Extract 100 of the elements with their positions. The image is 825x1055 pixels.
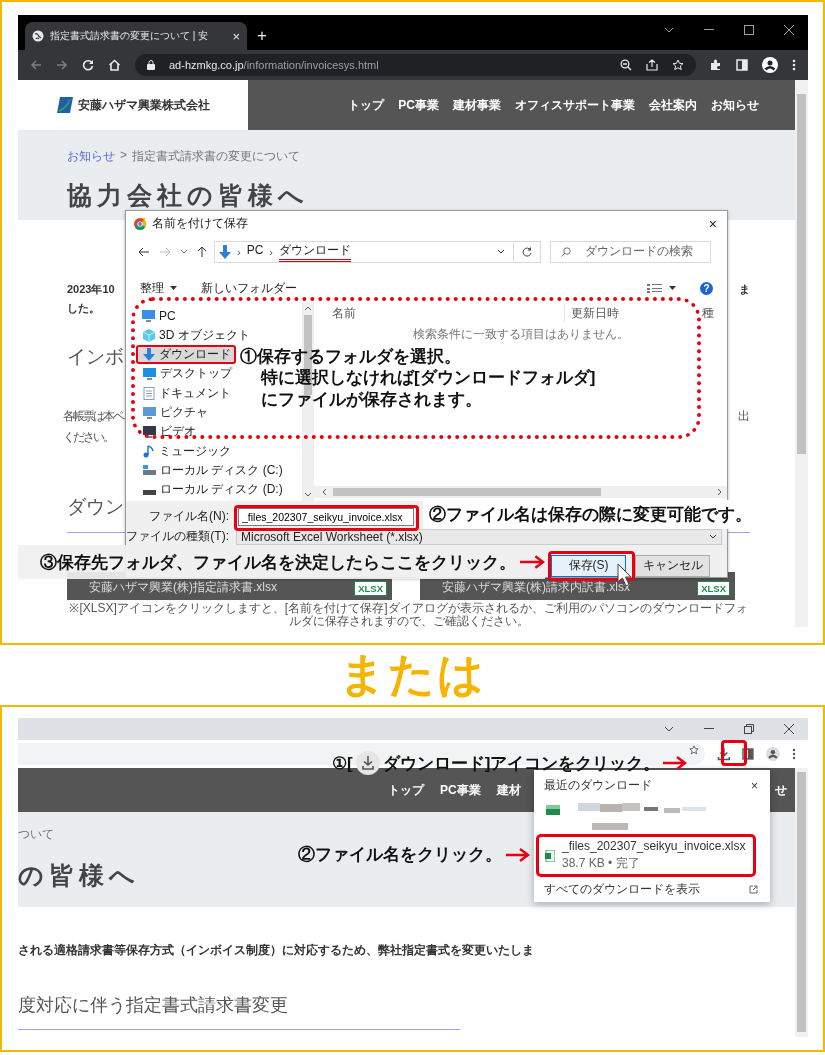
nav-link[interactable]: せ bbox=[775, 781, 787, 799]
path-segment[interactable]: PC bbox=[246, 243, 264, 261]
nav-link[interactable]: トップ bbox=[348, 96, 385, 114]
scrollbar-thumb[interactable] bbox=[797, 94, 806, 454]
close-button[interactable]: × bbox=[706, 215, 719, 232]
browser-tab[interactable]: 指定書式請求書の変更について | 安 × bbox=[25, 22, 247, 50]
folder-nav-item[interactable]: 3D オブジェクト bbox=[136, 325, 255, 345]
close-tab-button[interactable]: × bbox=[232, 28, 240, 44]
spreadsheet-file-icon bbox=[545, 849, 555, 862]
music-note-icon bbox=[143, 444, 155, 458]
scroll-right-icon[interactable] bbox=[717, 488, 722, 496]
folder-nav-item[interactable]: ミュージック bbox=[136, 441, 236, 461]
back-icon[interactable] bbox=[138, 246, 150, 257]
scrollbar-thumb[interactable] bbox=[797, 772, 806, 1032]
page-heading: 協力会社の皆様へ bbox=[67, 180, 310, 211]
star-icon[interactable] bbox=[688, 745, 699, 755]
scroll-down-icon[interactable] bbox=[304, 492, 312, 497]
page-heading: の皆様へ bbox=[18, 860, 140, 891]
home-icon[interactable] bbox=[108, 59, 121, 71]
chevron-down-icon[interactable] bbox=[664, 27, 674, 33]
new-folder-button[interactable]: 新しいフォルダー bbox=[201, 280, 297, 297]
menu-icon[interactable] bbox=[792, 748, 796, 760]
address-bar[interactable]: ad-hzmkg.co.jp/information/invoicesys.html bbox=[135, 54, 696, 76]
pointer-arrow bbox=[663, 756, 688, 770]
folder-nav-item[interactable]: ローカル ディスク (C:) bbox=[136, 460, 288, 481]
path-segment[interactable]: ダウンロード bbox=[279, 241, 351, 262]
intro-text: される適格請求書等保存方式（インボイス制度）に対応するため、弊社指定書式を変更いたしま bbox=[18, 942, 534, 959]
show-all-downloads-link[interactable]: すべてのダウンロードを表示 bbox=[544, 881, 700, 898]
side-panel-icon[interactable] bbox=[742, 748, 755, 760]
folder-nav-item[interactable]: ドキュメント bbox=[136, 383, 236, 403]
nav-link[interactable]: トップ bbox=[388, 781, 424, 799]
refresh-button[interactable] bbox=[514, 240, 541, 263]
callout-text: ダウンロード]アイコンをクリック。 bbox=[382, 752, 661, 775]
search-icon bbox=[561, 246, 571, 257]
path-separator: › bbox=[269, 245, 273, 258]
nav-link[interactable]: お知らせ bbox=[711, 96, 759, 114]
reload-icon[interactable] bbox=[82, 59, 94, 71]
zoom-icon[interactable] bbox=[620, 59, 632, 71]
close-icon[interactable] bbox=[784, 724, 794, 734]
column-header[interactable]: 種 bbox=[702, 304, 714, 322]
caret-icon bbox=[170, 286, 177, 291]
external-link-icon[interactable] bbox=[749, 885, 758, 894]
scrollbar-thumb[interactable] bbox=[333, 488, 601, 496]
intro-text: 2023年10 bbox=[67, 282, 115, 297]
caret-icon[interactable] bbox=[669, 286, 676, 291]
close-icon[interactable] bbox=[784, 25, 794, 35]
cancel-button[interactable]: キャンセル bbox=[635, 555, 710, 577]
scrollbar[interactable] bbox=[314, 486, 727, 498]
folder-nav-item[interactable]: ローカル ディスク (D:) bbox=[136, 480, 288, 500]
breadcrumb-current: 指定書式請求書の変更について bbox=[132, 148, 300, 165]
download-item[interactable]: _files_202307_seikyu_invoice.xlsx 38.7 KB • 完了 bbox=[536, 834, 757, 877]
profile-icon[interactable] bbox=[762, 57, 778, 73]
scroll-left-icon[interactable] bbox=[322, 488, 327, 496]
scrollbar[interactable] bbox=[795, 80, 808, 627]
close-button[interactable]: × bbox=[751, 778, 758, 793]
up-arrow-icon[interactable] bbox=[197, 245, 207, 258]
new-tab-button[interactable]: + bbox=[257, 26, 267, 46]
nav-link[interactable]: PC事業 bbox=[440, 781, 481, 799]
scrollbar[interactable] bbox=[795, 768, 808, 1037]
save-button[interactable]: 保存(S) bbox=[551, 555, 626, 577]
callout-text: にファイルが保存されます。 bbox=[261, 388, 482, 410]
puzzle-icon[interactable] bbox=[710, 59, 722, 71]
view-options-icon[interactable] bbox=[647, 283, 663, 294]
address-field[interactable]: › PC › ダウンロード bbox=[214, 240, 514, 263]
share-icon[interactable] bbox=[646, 59, 658, 71]
folder-nav-item[interactable]: ピクチャ bbox=[136, 402, 213, 423]
intro-text: した。 bbox=[67, 301, 101, 316]
maximize-icon[interactable] bbox=[744, 25, 754, 35]
nav-link[interactable]: PC事業 bbox=[398, 96, 439, 114]
folder-nav-item[interactable]: ビデオ bbox=[136, 422, 201, 442]
search-field[interactable]: ダウンロードの検索 bbox=[550, 240, 711, 263]
folder-nav-item[interactable]: ダウンロード bbox=[136, 345, 236, 365]
download-icon[interactable] bbox=[716, 747, 731, 761]
chevron-down-icon[interactable] bbox=[664, 726, 674, 732]
minimize-icon[interactable] bbox=[704, 29, 714, 31]
restore-icon[interactable] bbox=[744, 724, 754, 734]
breadcrumb-current: ついて bbox=[18, 826, 54, 843]
folder-nav-item[interactable]: デスクトップ bbox=[136, 364, 237, 384]
chevron-down-icon[interactable] bbox=[497, 249, 505, 255]
nav-link[interactable]: オフィスサポート事業 bbox=[515, 96, 635, 114]
body-text: ください。 bbox=[63, 429, 114, 446]
file-type-badge: XLSX bbox=[697, 581, 730, 596]
organize-menu[interactable]: 整理 bbox=[140, 280, 164, 297]
nav-link[interactable]: 建材 bbox=[496, 781, 521, 799]
download-arrow-icon bbox=[143, 348, 155, 362]
column-header[interactable]: 更新日時 bbox=[564, 304, 688, 322]
scroll-up-icon[interactable] bbox=[304, 306, 312, 312]
minimize-icon[interactable] bbox=[704, 728, 714, 730]
column-header[interactable]: 名前 bbox=[314, 304, 564, 322]
nav-link[interactable]: 会社案内 bbox=[649, 96, 697, 114]
breadcrumb-link[interactable]: お知らせ bbox=[67, 148, 115, 165]
section-heading: インボ bbox=[67, 345, 124, 369]
nav-link[interactable]: 建材事業 bbox=[453, 96, 501, 114]
profile-icon[interactable] bbox=[766, 747, 781, 761]
folder-nav-item[interactable]: PC bbox=[136, 306, 181, 326]
help-button[interactable]: ? bbox=[700, 282, 713, 295]
menu-icon[interactable] bbox=[792, 59, 796, 71]
download-status: 38.7 KB • 完了 bbox=[562, 855, 641, 872]
forward-icon[interactable] bbox=[56, 59, 68, 71]
note-text: ※[XLSX]アイコンをクリックしますと、[名前を付けて保存]ダイアログが表示されるか、ご利用のパソコンのダウンロードフォルダに保存されますので、ご確認ください。 bbox=[68, 602, 749, 627]
